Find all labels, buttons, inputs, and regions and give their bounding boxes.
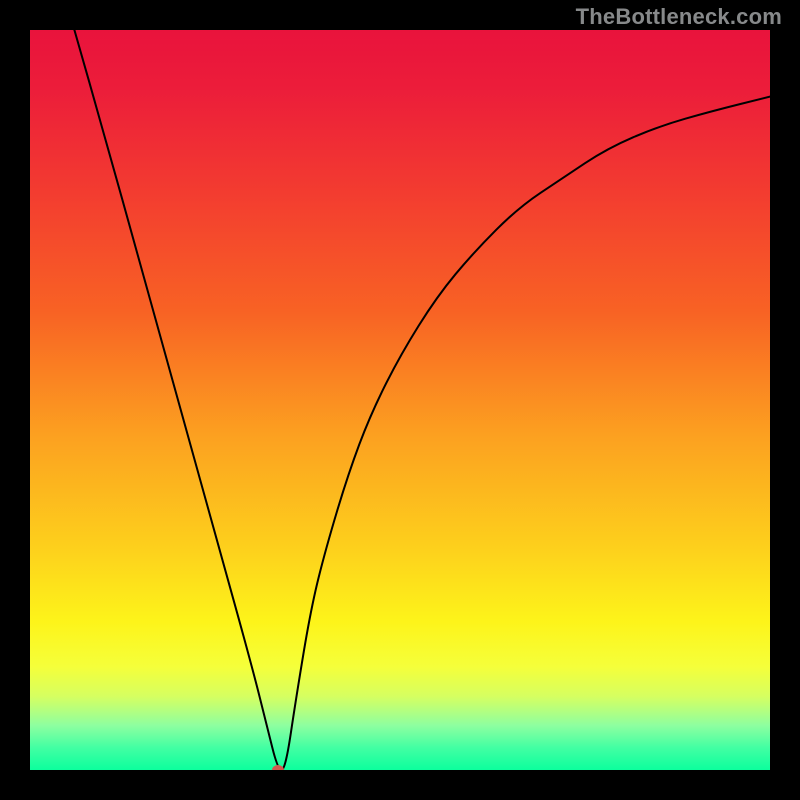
watermark-text: TheBottleneck.com [576, 4, 782, 30]
bottleneck-curve [30, 30, 770, 770]
curve-path [74, 30, 770, 770]
minimum-marker-icon [272, 765, 284, 770]
plot-area [30, 30, 770, 770]
chart-frame: TheBottleneck.com [0, 0, 800, 800]
